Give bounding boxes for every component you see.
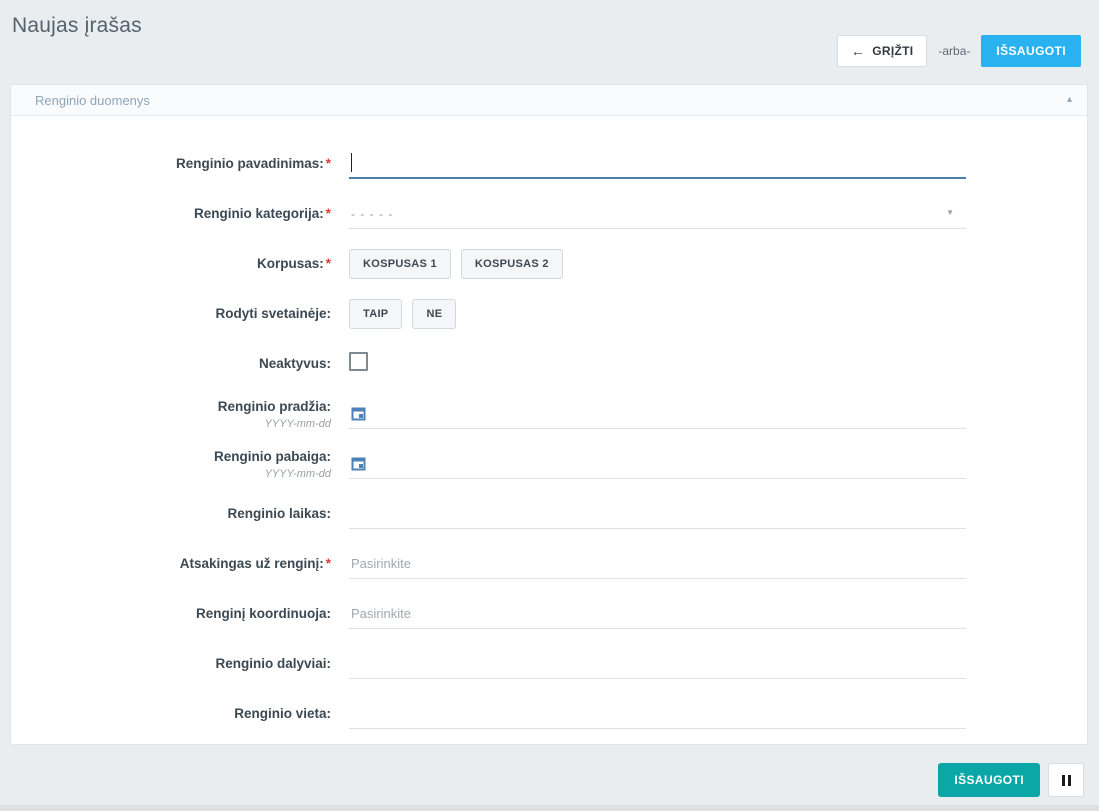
event-category-select[interactable]: - - - - -	[349, 199, 966, 229]
save-button-top[interactable]: IŠSAUGOTI	[981, 35, 1081, 67]
responsible-person-input[interactable]	[349, 549, 966, 579]
field-label: Renginio pavadinimas:*	[176, 156, 331, 171]
event-end-date-input[interactable]	[349, 449, 966, 479]
no-button[interactable]: NE	[412, 299, 456, 329]
text-cursor	[351, 153, 352, 172]
field-label: Renginio kategorija:*	[194, 206, 331, 221]
field-label: Renginio dalyviai:	[215, 656, 331, 671]
required-marker: *	[326, 256, 331, 271]
required-marker: *	[326, 156, 331, 171]
field-label: Renginį koordinuoja:	[196, 606, 331, 621]
or-separator-label: -arba-	[938, 44, 970, 58]
field-label: Rodyti svetainėje:	[215, 306, 331, 321]
field-row-rengini-koordinuoja: Renginį koordinuoja:	[11, 589, 1087, 639]
show-on-website-button-group: TAIP NE	[349, 299, 966, 329]
event-data-panel: Renginio duomenys ▴ Renginio pavadinimas…	[10, 84, 1088, 745]
field-label: Renginio pabaiga:	[214, 449, 331, 464]
field-label: Renginio laikas:	[227, 506, 331, 521]
chevron-up-icon[interactable]: ▴	[1067, 95, 1072, 105]
field-label: Renginio pradžia:	[218, 399, 331, 414]
select-value: - - - - -	[351, 207, 393, 221]
chevron-down-icon: ▼	[946, 208, 954, 217]
field-row-renginio-dalyviai: Renginio dalyviai:	[11, 639, 1087, 689]
pause-button[interactable]	[1048, 763, 1084, 797]
required-marker: *	[326, 556, 331, 571]
field-row-neaktyvus: Neaktyvus:	[11, 339, 1087, 389]
korpusas-button-group: KOSPUSAS 1 KOSPUSAS 2	[349, 249, 966, 279]
back-button[interactable]: ← GRĮŽTI	[837, 35, 927, 67]
field-label: Korpusas:*	[257, 256, 331, 271]
top-header: Naujas įrašas ← GRĮŽTI -arba- IŠSAUGOTI	[0, 0, 1099, 84]
date-format-hint: YYYY-mm-dd	[11, 418, 331, 432]
event-time-input[interactable]	[349, 499, 966, 529]
yes-button[interactable]: TAIP	[349, 299, 402, 329]
panel-header[interactable]: Renginio duomenys ▴	[11, 85, 1087, 116]
korpusas-1-button[interactable]: KOSPUSAS 1	[349, 249, 451, 279]
field-row-renginio-pabaiga: Renginio pabaiga: YYYY-mm-dd	[11, 439, 1087, 489]
field-row-renginio-pavadinimas: Renginio pavadinimas:*	[11, 139, 1087, 189]
field-row-renginio-kategorija: Renginio kategorija:* - - - - - ▼	[11, 189, 1087, 239]
footer-actions: IŠSAUGOTI	[938, 763, 1084, 797]
korpusas-2-button[interactable]: KOSPUSAS 2	[461, 249, 563, 279]
event-start-date-input[interactable]	[349, 399, 966, 429]
panel-title: Renginio duomenys	[35, 93, 150, 108]
back-button-label: GRĮŽTI	[872, 44, 913, 58]
top-actions: ← GRĮŽTI -arba- IŠSAUGOTI	[837, 35, 1081, 67]
event-title-input[interactable]	[349, 149, 966, 179]
field-row-renginio-laikas: Renginio laikas:	[11, 489, 1087, 539]
field-label: Neaktyvus:	[259, 356, 331, 371]
field-label: Atsakingas už renginį:*	[180, 556, 331, 571]
calendar-icon[interactable]	[351, 406, 366, 426]
event-form: Renginio pavadinimas:* Renginio kategori…	[11, 116, 1087, 739]
field-row-rodyti-svetaineje: Rodyti svetainėje: TAIP NE	[11, 289, 1087, 339]
field-label: Renginio vieta:	[234, 706, 331, 721]
field-row-renginio-vieta: Renginio vieta:	[11, 689, 1087, 739]
inactive-checkbox[interactable]	[349, 352, 368, 371]
coordinator-input[interactable]	[349, 599, 966, 629]
left-arrow-icon: ←	[851, 46, 865, 56]
participants-input[interactable]	[349, 649, 966, 679]
field-row-renginio-pradzia: Renginio pradžia: YYYY-mm-dd	[11, 389, 1087, 439]
date-format-hint: YYYY-mm-dd	[11, 468, 331, 482]
page-title: Naujas įrašas	[12, 14, 142, 38]
window-bottom-edge	[0, 805, 1099, 811]
save-button-bottom[interactable]: IŠSAUGOTI	[938, 763, 1040, 797]
calendar-icon[interactable]	[351, 456, 366, 476]
field-row-atsakingas-uz-rengini: Atsakingas už renginį:*	[11, 539, 1087, 589]
required-marker: *	[326, 206, 331, 221]
field-row-korpusas: Korpusas:* KOSPUSAS 1 KOSPUSAS 2	[11, 239, 1087, 289]
location-input[interactable]	[349, 699, 966, 729]
pause-icon	[1062, 775, 1071, 786]
